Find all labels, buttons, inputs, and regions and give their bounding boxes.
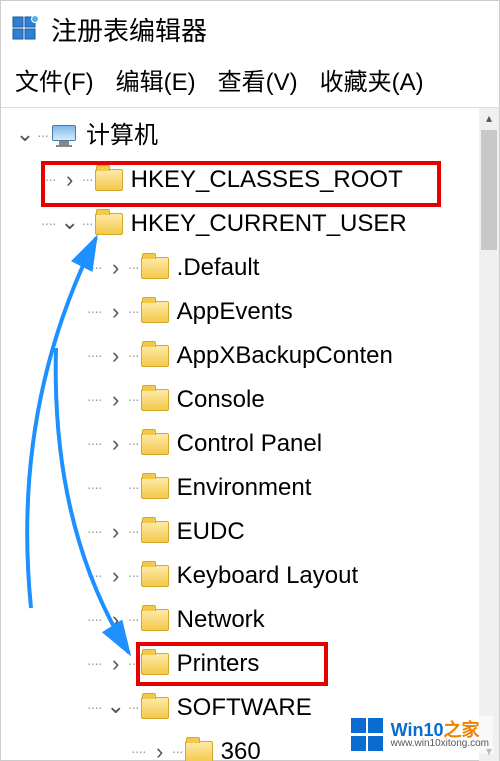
tree-label: 计算机	[86, 123, 158, 149]
tree-label: .Default	[177, 255, 260, 281]
tree-label: Environment	[177, 475, 312, 501]
folder-icon	[141, 477, 169, 499]
folder-icon	[141, 301, 169, 323]
menubar: 文件(F) 编辑(E) 查看(V) 收藏夹(A)	[1, 54, 499, 107]
computer-icon	[50, 125, 78, 147]
chevron-right-icon[interactable]	[104, 520, 128, 544]
watermark: Win10之家 www.win10xitong.com	[347, 716, 493, 754]
tree-item-appevents[interactable]: ···· ··· AppEvents	[13, 290, 499, 334]
tree-item-appxbackup[interactable]: ···· ··· AppXBackupConten	[13, 334, 499, 378]
menu-edit[interactable]: 编辑(E)	[116, 62, 196, 97]
chevron-right-icon[interactable]	[148, 740, 172, 761]
tree-item-hkcr[interactable]: ···· ··· HKEY_CLASSES_ROOT	[13, 158, 499, 202]
tree-item-eudc[interactable]: ···· ··· EUDC	[13, 510, 499, 554]
folder-icon	[141, 521, 169, 543]
chevron-right-icon[interactable]	[104, 344, 128, 368]
tree-item-printers[interactable]: ···· ··· Printers	[13, 642, 499, 686]
tree-label: SOFTWARE	[177, 695, 312, 721]
folder-icon	[141, 697, 169, 719]
titlebar: 注册表编辑器	[1, 1, 499, 54]
watermark-url: www.win10xitong.com	[391, 739, 489, 749]
tree-label: HKEY_CLASSES_ROOT	[131, 167, 403, 193]
folder-icon	[141, 433, 169, 455]
tree-item-console[interactable]: ···· ··· Console	[13, 378, 499, 422]
tree-label: EUDC	[177, 519, 245, 545]
chevron-down-icon[interactable]	[13, 124, 37, 148]
chevron-right-icon[interactable]	[104, 388, 128, 412]
chevron-right-icon[interactable]	[104, 564, 128, 588]
folder-icon	[141, 565, 169, 587]
chevron-right-icon[interactable]	[104, 300, 128, 324]
regedit-icon	[11, 15, 41, 45]
chevron-right-icon[interactable]	[104, 256, 128, 280]
chevron-right-icon[interactable]	[104, 432, 128, 456]
folder-icon	[141, 345, 169, 367]
windows-logo-icon	[351, 718, 385, 752]
folder-icon	[141, 609, 169, 631]
tree-label: AppXBackupConten	[177, 343, 393, 369]
scroll-thumb[interactable]	[481, 130, 497, 250]
chevron-right-icon[interactable]	[58, 168, 82, 192]
tree-item-default[interactable]: ···· ··· .Default	[13, 246, 499, 290]
chevron-right-icon[interactable]	[104, 652, 128, 676]
tree-root[interactable]: ··· 计算机	[13, 114, 499, 158]
tree-view[interactable]: ··· 计算机 ···· ··· HKEY_CLASSES_ROOT ···· …	[1, 107, 499, 761]
tree-label: Console	[177, 387, 265, 413]
tree-label: AppEvents	[177, 299, 293, 325]
chevron-right-icon[interactable]	[104, 608, 128, 632]
watermark-brand: Win10之家	[391, 721, 489, 739]
folder-icon	[95, 169, 123, 191]
tree-item-environment[interactable]: ···· ··· Environment	[13, 466, 499, 510]
tree-label: Keyboard Layout	[177, 563, 358, 589]
tree-item-keyboard[interactable]: ···· ··· Keyboard Layout	[13, 554, 499, 598]
tree-item-controlpanel[interactable]: ···· ··· Control Panel	[13, 422, 499, 466]
chevron-down-icon[interactable]	[58, 212, 82, 236]
tree-label: Network	[177, 607, 265, 633]
window-title: 注册表编辑器	[51, 11, 207, 48]
menu-view[interactable]: 查看(V)	[218, 62, 298, 97]
tree-item-network[interactable]: ···· ··· Network	[13, 598, 499, 642]
tree-label: Control Panel	[177, 431, 322, 457]
folder-icon	[95, 213, 123, 235]
chevron-down-icon[interactable]	[104, 696, 128, 720]
folder-icon	[141, 257, 169, 279]
tree-label: Printers	[177, 651, 260, 677]
tree-item-hkcu[interactable]: ···· ··· HKEY_CURRENT_USER	[13, 202, 499, 246]
vertical-scrollbar[interactable]: ▴ ▾	[479, 108, 499, 761]
tree-label: HKEY_CURRENT_USER	[131, 211, 407, 237]
menu-favorites[interactable]: 收藏夹(A)	[320, 62, 424, 97]
tree-label: 360	[221, 739, 261, 761]
folder-icon	[141, 389, 169, 411]
folder-icon	[141, 653, 169, 675]
scroll-up-icon[interactable]: ▴	[479, 108, 499, 128]
menu-file[interactable]: 文件(F)	[15, 62, 94, 97]
folder-icon	[185, 741, 213, 761]
